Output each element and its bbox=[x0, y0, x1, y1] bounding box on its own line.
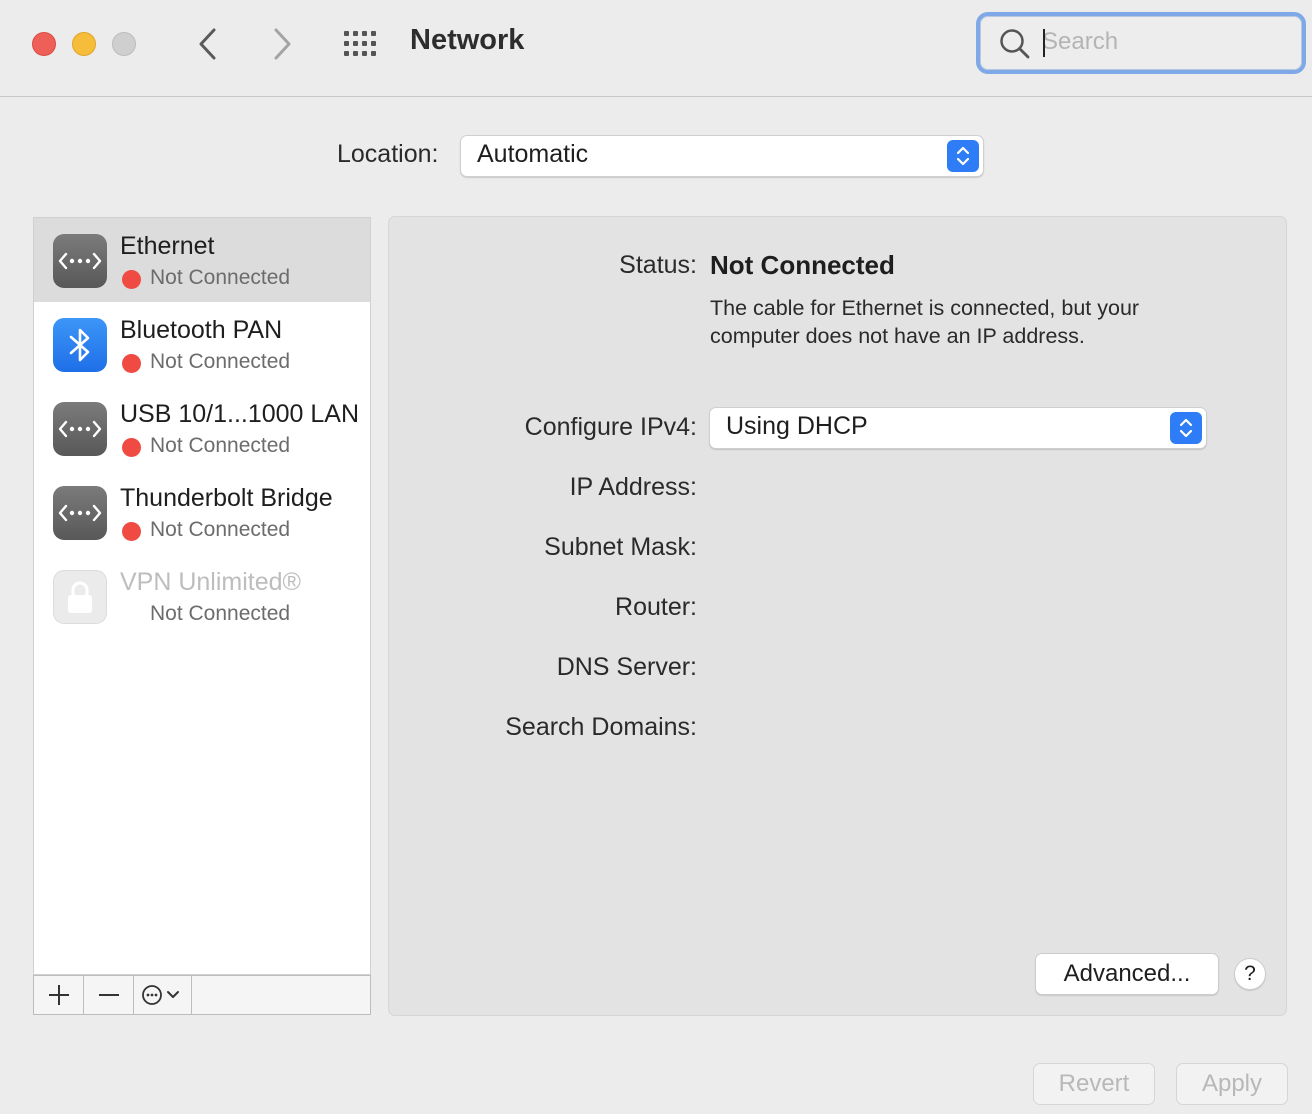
action-menu-button[interactable] bbox=[134, 976, 192, 1014]
apply-button[interactable]: Apply bbox=[1176, 1063, 1288, 1105]
minimize-button[interactable] bbox=[72, 32, 96, 56]
service-status: Not Connected bbox=[150, 266, 291, 289]
forward-button[interactable] bbox=[264, 26, 300, 62]
service-name: VPN Unlimited® bbox=[120, 568, 301, 596]
service-status: Not Connected bbox=[150, 434, 291, 457]
status-value: Not Connected bbox=[710, 250, 895, 280]
service-bluetooth-pan[interactable]: Bluetooth PAN Not Connected bbox=[34, 302, 370, 386]
service-usb-lan[interactable]: USB 10/1...1000 LAN Not Connected bbox=[34, 386, 370, 470]
show-all-button[interactable] bbox=[342, 28, 382, 60]
services-toolbar bbox=[33, 975, 371, 1015]
plus-icon bbox=[48, 985, 69, 1005]
status-label: Status: bbox=[619, 251, 697, 279]
text-caret bbox=[1043, 29, 1045, 57]
status-dot bbox=[122, 354, 141, 373]
popup-stepper-icon bbox=[1170, 412, 1202, 444]
ethernet-icon bbox=[53, 234, 107, 288]
more-options-icon bbox=[141, 985, 179, 1005]
router-label: Router: bbox=[615, 593, 697, 621]
service-name: Ethernet bbox=[120, 232, 215, 260]
chevron-right-icon bbox=[274, 28, 291, 60]
bluetooth-icon bbox=[53, 318, 107, 372]
ethernet-icon bbox=[53, 486, 107, 540]
service-thunderbolt-bridge[interactable]: Thunderbolt Bridge Not Connected bbox=[34, 470, 370, 554]
search-domains-label: Search Domains: bbox=[505, 713, 697, 741]
add-service-button[interactable] bbox=[34, 976, 84, 1014]
dns-server-label: DNS Server: bbox=[556, 653, 697, 681]
title-bar: Network bbox=[0, 0, 1312, 97]
back-button[interactable] bbox=[190, 26, 226, 62]
subnet-mask-label: Subnet Mask: bbox=[544, 533, 697, 561]
minus-icon bbox=[98, 994, 119, 996]
service-name: Thunderbolt Bridge bbox=[120, 484, 333, 512]
search-icon bbox=[1000, 29, 1030, 59]
service-ethernet[interactable]: Ethernet Not Connected bbox=[34, 218, 370, 302]
status-dot bbox=[122, 270, 141, 289]
popup-stepper-icon bbox=[947, 140, 979, 172]
service-name: Bluetooth PAN bbox=[120, 316, 283, 344]
service-status: Not Connected bbox=[150, 350, 291, 373]
location-label: Location: bbox=[337, 140, 439, 168]
window-title: Network bbox=[410, 24, 525, 56]
ip-address-label: IP Address: bbox=[569, 473, 697, 501]
help-button[interactable]: ? bbox=[1234, 958, 1266, 990]
search-field[interactable] bbox=[976, 12, 1306, 74]
status-dot bbox=[122, 522, 141, 541]
zoom-button[interactable] bbox=[112, 32, 136, 56]
configure-ipv4-label: Configure IPv4: bbox=[524, 413, 697, 441]
services-list[interactable]: Ethernet Not Connected Bluetooth PAN Not… bbox=[33, 217, 371, 975]
service-vpn-unlimited[interactable]: VPN Unlimited® Not Connected bbox=[34, 554, 370, 638]
grid-icon bbox=[344, 31, 376, 56]
location-popup[interactable]: Automatic bbox=[460, 135, 984, 177]
ethernet-icon bbox=[53, 402, 107, 456]
location-value: Automatic bbox=[477, 140, 589, 168]
status-description: The cable for Ethernet is connected, but… bbox=[710, 296, 1140, 348]
configure-ipv4-popup[interactable]: Using DHCP bbox=[709, 407, 1207, 449]
service-status: Not Connected bbox=[150, 518, 291, 541]
advanced-button[interactable]: Advanced... bbox=[1035, 953, 1219, 995]
chevron-left-icon bbox=[199, 28, 216, 60]
revert-button[interactable]: Revert bbox=[1033, 1063, 1155, 1105]
service-name: USB 10/1...1000 LAN bbox=[120, 400, 360, 428]
configure-ipv4-value: Using DHCP bbox=[726, 412, 868, 440]
close-button[interactable] bbox=[32, 32, 56, 56]
service-status: Not Connected bbox=[150, 602, 291, 625]
search-input[interactable] bbox=[1042, 24, 1292, 60]
lock-icon bbox=[53, 570, 107, 624]
remove-service-button[interactable] bbox=[84, 976, 134, 1014]
status-dot bbox=[122, 438, 141, 457]
